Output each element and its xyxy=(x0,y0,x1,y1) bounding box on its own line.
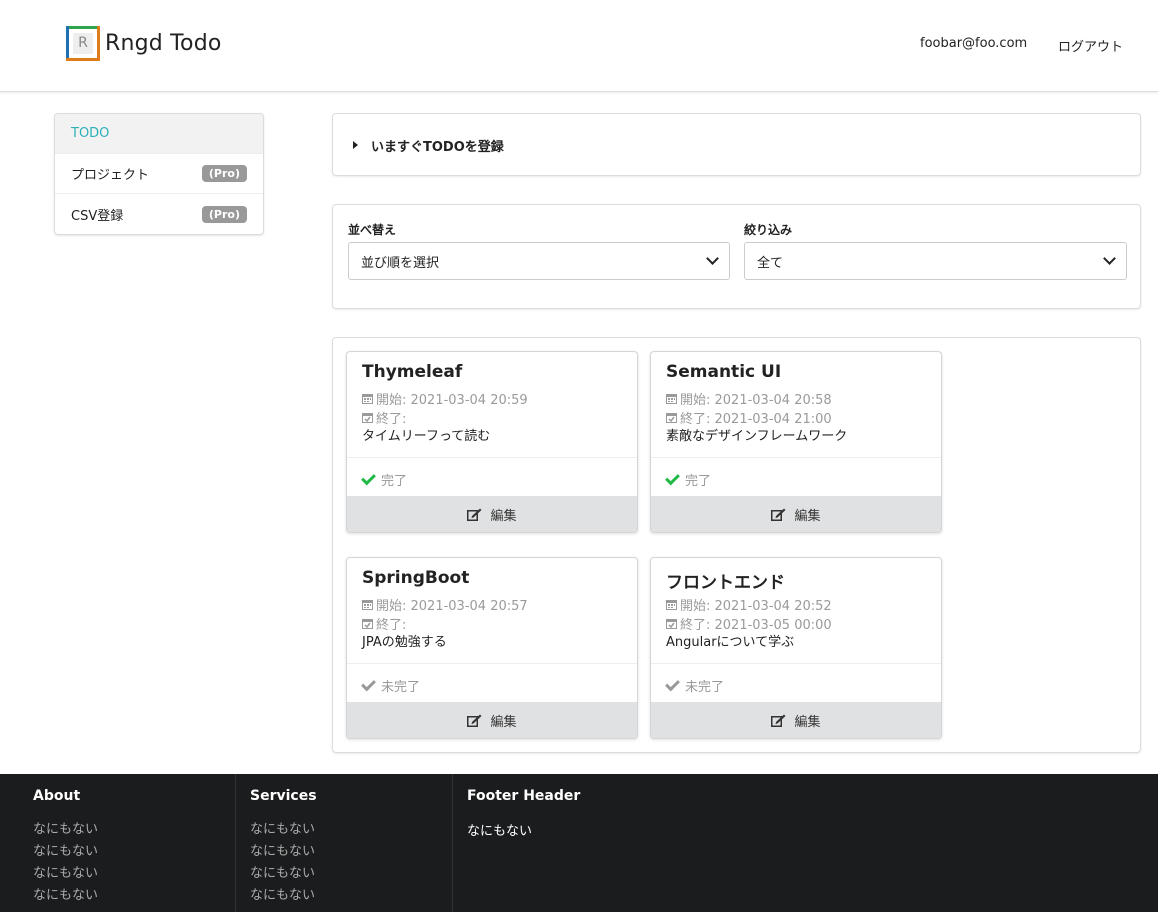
calendar-icon xyxy=(666,394,677,404)
card-status: 完了 xyxy=(665,470,711,489)
user-email[interactable]: foobar@foo.com xyxy=(920,36,1027,51)
sidebar-item-todo[interactable]: TODO xyxy=(55,114,263,154)
footer-header: Footer Header xyxy=(467,788,581,804)
footer-link[interactable]: なにもない xyxy=(33,884,98,903)
calendar-check-icon xyxy=(362,413,373,423)
footer-col-services: Services なにもない なにもない なにもない なにもない xyxy=(236,774,453,912)
chevron-down-icon xyxy=(706,252,719,265)
card-description: タイムリーフって読む xyxy=(362,429,491,444)
footer-header: About xyxy=(33,788,81,804)
footer-link[interactable]: なにもない xyxy=(33,862,98,881)
card-title: Semantic UI xyxy=(666,362,782,382)
pro-badge: (Pro) xyxy=(201,165,247,182)
sort-select[interactable]: 並び順を選択 xyxy=(348,242,730,280)
edit-button[interactable]: 編集 xyxy=(651,496,941,532)
check-icon xyxy=(665,470,680,486)
footer-link[interactable]: なにもない xyxy=(33,818,98,837)
filter-label: 絞り込み xyxy=(744,223,793,237)
chevron-down-icon xyxy=(1103,252,1116,265)
footer-text: なにもない xyxy=(467,824,533,839)
edit-button[interactable]: 編集 xyxy=(347,496,637,532)
sort-select-value: 並び順を選択 xyxy=(361,255,440,271)
card-description: JPAの勉強する xyxy=(362,635,447,650)
register-accordion[interactable]: いますぐTODOを登録 xyxy=(332,113,1141,176)
top-header: R Rngd Todo foobar@foo.com ログアウト xyxy=(0,0,1158,92)
calendar-icon xyxy=(666,600,677,610)
logo-letter: R xyxy=(73,33,93,54)
logout-link[interactable]: ログアウト xyxy=(1058,36,1123,55)
footer-link[interactable]: なにもない xyxy=(250,840,315,859)
todo-card: Thymeleaf 開始: 2021-03-04 20:59 終了: タイムリー… xyxy=(346,351,638,533)
edit-icon xyxy=(771,714,786,727)
edit-icon xyxy=(771,508,786,521)
filter-panel: 並べ替え 並び順を選択 絞り込み 全て xyxy=(332,204,1141,309)
card-status: 完了 xyxy=(361,470,407,489)
card-start: 開始: 2021-03-04 20:59 xyxy=(362,389,528,408)
todo-card: Semantic UI 開始: 2021-03-04 20:58 終了: 202… xyxy=(650,351,942,533)
footer-link[interactable]: なにもない xyxy=(33,840,98,859)
card-description: 素敵なデザインフレームワーク xyxy=(666,429,848,444)
card-start: 開始: 2021-03-04 20:57 xyxy=(362,595,528,614)
edit-button[interactable]: 編集 xyxy=(651,702,941,738)
calendar-check-icon xyxy=(666,619,677,629)
card-title: フロントエンド xyxy=(666,573,785,593)
register-title: いますぐTODOを登録 xyxy=(371,140,504,155)
calendar-check-icon xyxy=(362,619,373,629)
card-start: 開始: 2021-03-04 20:52 xyxy=(666,595,832,614)
logo-mark-icon: R xyxy=(66,26,100,61)
calendar-icon xyxy=(362,600,373,610)
footer: About なにもない なにもない なにもない なにもない Services な… xyxy=(0,774,1158,912)
filter-select-value: 全て xyxy=(757,255,784,271)
sidebar-item-project[interactable]: プロジェクト (Pro) xyxy=(55,154,263,194)
card-start: 開始: 2021-03-04 20:58 xyxy=(666,389,832,408)
footer-link[interactable]: なにもない xyxy=(250,862,315,881)
pro-badge: (Pro) xyxy=(201,205,247,223)
edit-button[interactable]: 編集 xyxy=(347,702,637,738)
sidebar-item-label: プロジェクト xyxy=(71,168,150,183)
footer-link[interactable]: なにもない xyxy=(250,884,315,903)
app-title: Rngd Todo xyxy=(105,31,222,56)
todo-card: SpringBoot 開始: 2021-03-04 20:57 終了: JPAの… xyxy=(346,557,638,739)
footer-col-extra: Footer Header なにもない xyxy=(453,774,753,912)
filter-select[interactable]: 全て xyxy=(744,242,1127,280)
card-title: Thymeleaf xyxy=(362,362,463,382)
footer-col-about: About なにもない なにもない なにもない なにもない xyxy=(0,774,236,912)
footer-link[interactable]: なにもない xyxy=(250,818,315,837)
app-logo[interactable]: R Rngd Todo xyxy=(66,26,222,61)
card-status: 未完了 xyxy=(665,676,724,695)
edit-icon xyxy=(467,508,482,521)
footer-header: Services xyxy=(250,788,317,804)
todo-list-panel: Thymeleaf 開始: 2021-03-04 20:59 終了: タイムリー… xyxy=(332,337,1141,753)
sort-label: 並べ替え xyxy=(348,223,397,237)
sidebar-item-label: CSV登録 xyxy=(71,208,124,224)
check-icon xyxy=(361,470,376,486)
card-title: SpringBoot xyxy=(362,568,470,588)
todo-card: フロントエンド 開始: 2021-03-04 20:52 終了: 2021-03… xyxy=(650,557,942,739)
check-icon xyxy=(665,676,680,692)
sidebar-menu: TODO プロジェクト (Pro) CSV登録 (Pro) xyxy=(54,113,264,235)
card-description: Angularについて学ぶ xyxy=(666,635,795,650)
sidebar-item-label: TODO xyxy=(71,126,110,141)
check-icon xyxy=(361,676,376,692)
calendar-icon xyxy=(362,394,373,404)
calendar-check-icon xyxy=(666,413,677,423)
edit-icon xyxy=(467,714,482,727)
card-status: 未完了 xyxy=(361,676,420,695)
sidebar-item-csv[interactable]: CSV登録 (Pro) xyxy=(55,194,263,234)
caret-right-icon xyxy=(353,141,358,149)
